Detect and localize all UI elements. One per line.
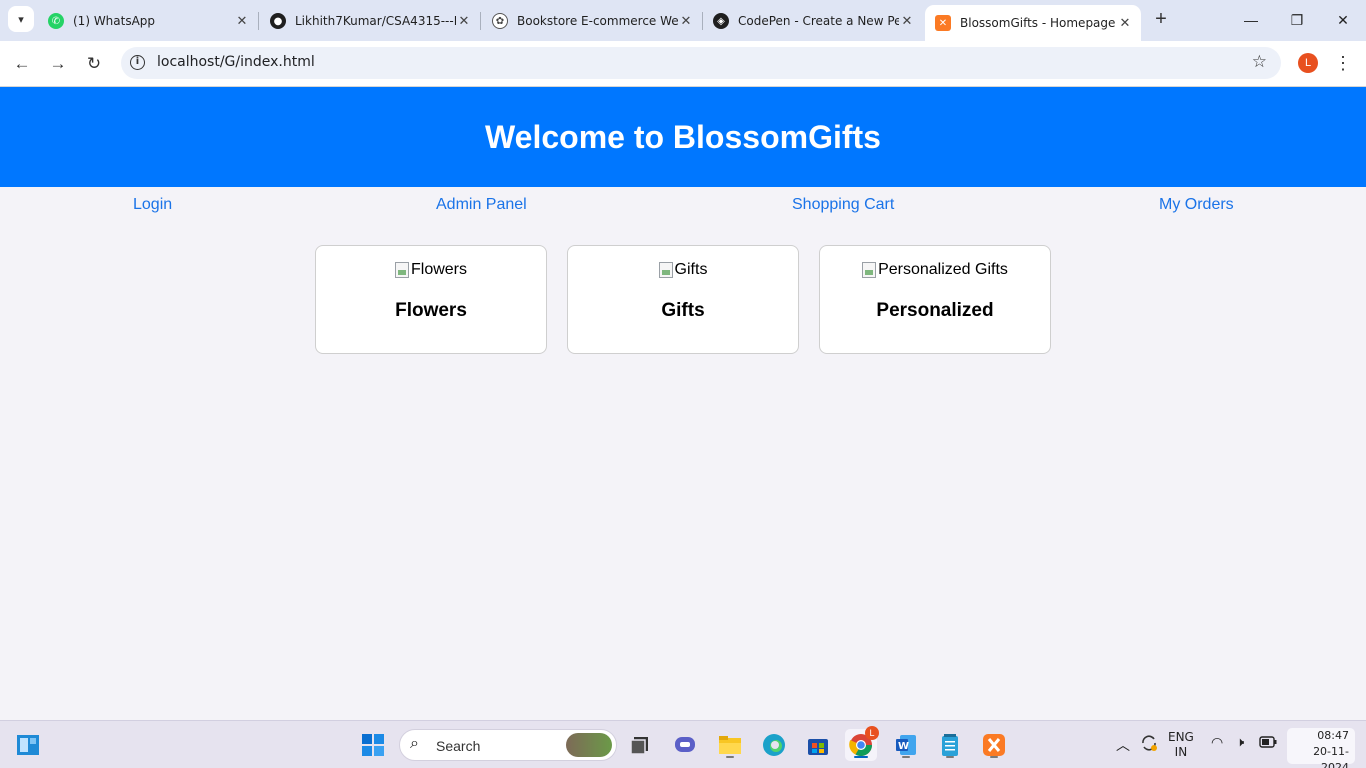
notepad-icon[interactable] [934,729,966,761]
close-icon[interactable]: ✕ [678,14,694,29]
volume-muted-icon[interactable]: 🕨 [1236,735,1244,750]
minimize-button[interactable]: — [1228,6,1274,34]
tab-blossomgifts[interactable]: ✕ BlossomGifts - Homepage ✕ [925,5,1141,41]
nav-login-link[interactable]: Login [133,196,172,214]
category-card-personalized[interactable]: Personalized Gifts Personalized [819,245,1051,354]
system-clock[interactable]: 08:47 20-11-2024 [1287,728,1355,768]
running-indicator [726,756,734,758]
broken-image: Gifts [658,261,708,279]
language-indicator[interactable]: ENG IN [1168,730,1194,760]
browser-tab-strip: ▾ ✆ (1) WhatsApp ✕ ● Likhith7Kumar/CSA43… [0,0,1366,41]
microsoft-store-icon[interactable] [802,729,834,761]
file-explorer-icon[interactable] [714,729,746,761]
language-code: ENG [1168,730,1194,744]
tab-title: CodePen - Create a New Pen [738,14,899,28]
tab-separator [480,12,481,30]
start-windows-icon[interactable] [357,729,389,761]
browser-toolbar: ← → ↻ i localhost/G/index.html ☆ L ⋮ [0,41,1366,87]
restore-button[interactable]: ❐ [1274,6,1320,34]
tab-codepen[interactable]: ◈ CodePen - Create a New Pen ✕ [713,7,915,35]
category-label: Personalized [876,300,994,321]
running-indicator [946,756,954,758]
search-highlight-image [566,733,612,757]
category-label: Gifts [661,300,705,321]
url-text[interactable]: localhost/G/index.html [157,54,315,70]
battery-icon[interactable] [1259,736,1277,751]
widgets-icon[interactable] [12,729,44,761]
windows-taskbar: ⌕ Search L W ︿ ENG IN ◠ 🕨 08:47 20-11-20… [0,720,1366,768]
xampp-icon[interactable] [978,729,1010,761]
broken-image: Flowers [394,261,467,279]
tab-chatgpt[interactable]: ✿ Bookstore E-commerce Web ✕ [492,7,694,35]
page-title: Welcome to BlossomGifts [485,118,881,155]
clock-date: 20-11-2024 [1313,745,1349,768]
tab-separator [258,12,259,30]
broken-image-icon [658,262,673,278]
close-window-button[interactable]: ✕ [1320,6,1366,34]
codepen-icon: ◈ [713,13,729,29]
back-button[interactable]: ← [9,51,35,77]
chevron-down-icon: ▾ [18,13,24,26]
edge-browser-icon[interactable] [758,729,790,761]
address-bar[interactable]: i localhost/G/index.html ☆ [121,47,1281,79]
svg-text:W: W [898,741,909,752]
sync-icon[interactable] [1139,733,1159,756]
site-nav: Login Admin Panel Shopping Cart My Order… [0,187,1366,227]
close-icon[interactable]: ✕ [1117,16,1133,31]
openai-icon: ✿ [492,13,508,29]
chrome-icon[interactable]: L [845,726,879,761]
running-indicator [854,756,868,758]
clock-time: 08:47 [1317,729,1349,742]
profile-avatar[interactable]: L [1298,53,1318,73]
reload-button[interactable]: ↻ [81,51,107,77]
category-card-gifts[interactable]: Gifts Gifts [567,245,799,354]
region-code: IN [1174,745,1188,759]
tab-title: (1) WhatsApp [73,14,156,28]
broken-image: Personalized Gifts [862,261,1008,279]
show-hidden-icons-chevron-icon[interactable]: ︿ [1116,735,1130,755]
word-icon[interactable]: W [890,729,922,761]
tab-title: BlossomGifts - Homepage [960,16,1116,30]
running-indicator [902,756,910,758]
nav-orders-link[interactable]: My Orders [1159,196,1234,214]
category-label: Flowers [395,300,467,321]
github-icon: ● [270,13,286,29]
wifi-icon[interactable]: ◠ [1211,735,1223,751]
image-alt-text: Flowers [410,261,467,278]
nav-admin-link[interactable]: Admin Panel [436,196,527,214]
search-placeholder: Search [436,738,481,754]
tab-search-button[interactable]: ▾ [8,6,34,32]
whatsapp-icon: ✆ [48,13,64,29]
site-info-icon[interactable]: i [130,55,145,70]
page-header: Welcome to BlossomGifts [0,87,1366,187]
image-alt-text: Gifts [674,261,708,278]
task-view-icon[interactable] [624,729,656,761]
image-alt-text: Personalized Gifts [878,261,1008,278]
tab-title: Likhith7Kumar/CSA4315---IR [295,14,456,28]
new-tab-button[interactable]: + [1150,8,1172,30]
menu-kebab-icon[interactable]: ⋮ [1334,51,1352,75]
tab-separator [702,12,703,30]
tab-github[interactable]: ● Likhith7Kumar/CSA4315---IR ✕ [270,7,472,35]
forward-button[interactable]: → [45,51,71,77]
close-icon[interactable]: ✕ [234,14,250,29]
search-icon: ⌕ [410,735,419,752]
bookmark-star-icon[interactable]: ☆ [1252,52,1267,72]
tab-whatsapp[interactable]: ✆ (1) WhatsApp ✕ [48,7,250,35]
nav-cart-link[interactable]: Shopping Cart [792,196,894,214]
teams-chat-icon[interactable] [669,729,701,761]
chrome-profile-badge: L [865,726,879,740]
category-card-flowers[interactable]: Flowers Flowers [315,245,547,354]
running-indicator [990,756,998,758]
broken-image-icon [394,262,409,278]
taskbar-search-box[interactable]: ⌕ Search [399,729,617,761]
close-icon[interactable]: ✕ [456,14,472,29]
broken-image-icon [862,262,877,278]
close-icon[interactable]: ✕ [899,14,915,29]
xampp-icon: ✕ [935,15,951,31]
tab-title: Bookstore E-commerce Web [517,14,678,28]
